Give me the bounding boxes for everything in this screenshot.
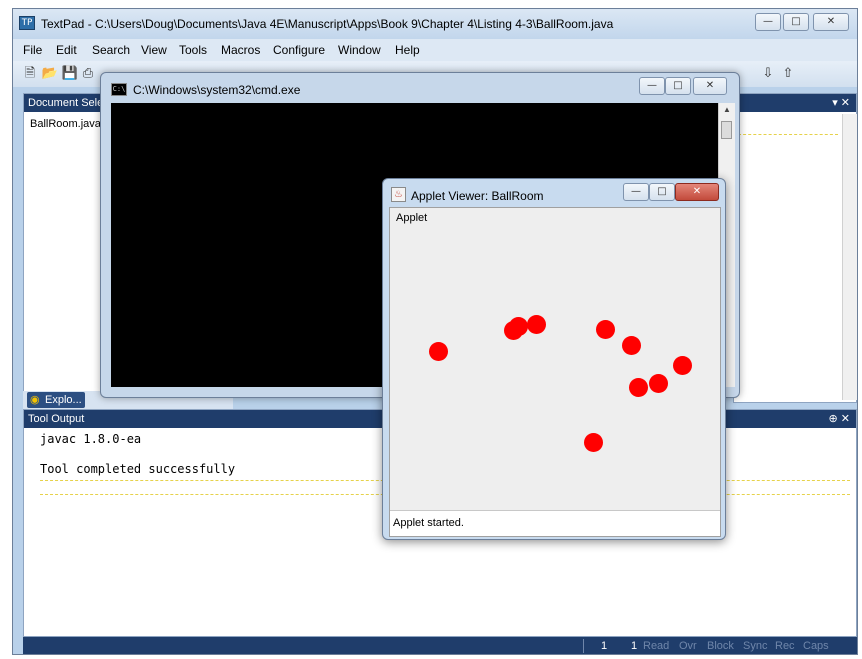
ball xyxy=(429,342,448,361)
applet-title: Applet Viewer: BallRoom xyxy=(411,189,544,203)
tool-output-line: Tool completed successfully xyxy=(40,462,236,476)
cmd-app-icon: C:\ xyxy=(111,83,127,96)
ball xyxy=(596,320,615,339)
applet-viewer-window: ♨ Applet Viewer: BallRoom — □ ✕ Applet A… xyxy=(382,178,726,540)
java-applet-icon: ♨ xyxy=(391,187,406,202)
menu-tools[interactable]: Tools xyxy=(179,43,207,57)
status-block: Block xyxy=(707,640,734,652)
editor-pane[interactable]: ▾ ✕ xyxy=(733,93,857,403)
menu-window[interactable]: Window xyxy=(338,43,381,57)
menu-macros[interactable]: Macros xyxy=(221,43,260,57)
status-caps: Caps xyxy=(803,640,829,652)
editor-header: ▾ ✕ xyxy=(734,94,856,112)
applet-minimize-button[interactable]: — xyxy=(623,183,649,201)
print-icon[interactable]: ⎙ xyxy=(79,65,97,82)
menu-edit[interactable]: Edit xyxy=(56,43,77,57)
ball xyxy=(629,378,648,397)
explorer-tab[interactable]: ◉ Explo... xyxy=(27,392,85,408)
maximize-button[interactable]: □ xyxy=(783,13,809,31)
menu-bar: File Edit Search View Tools Macros Confi… xyxy=(13,39,857,62)
tool-output-line: javac 1.8.0-ea xyxy=(40,432,142,446)
status-read: Read xyxy=(643,640,670,652)
menu-file[interactable]: File xyxy=(23,43,42,57)
status-bar: 1 1 Read Ovr Block Sync Rec Caps xyxy=(23,637,857,654)
menu-view[interactable]: View xyxy=(141,43,167,57)
save-icon[interactable]: 💾 xyxy=(61,65,79,82)
ball xyxy=(509,317,528,336)
arrow-down-icon[interactable]: ⇩ xyxy=(759,65,777,82)
textpad-title-bar[interactable]: TP TextPad - C:\Users\Doug\Documents\Jav… xyxy=(13,9,857,39)
menu-search[interactable]: Search xyxy=(92,43,130,57)
cmd-title: C:\Windows\system32\cmd.exe xyxy=(133,83,301,97)
cmd-maximize-button[interactable]: □ xyxy=(665,77,691,95)
menu-configure[interactable]: Configure xyxy=(273,43,325,57)
editor-line-marker xyxy=(738,134,838,135)
tool-output-title: Tool Output xyxy=(28,413,85,425)
ball xyxy=(527,315,546,334)
arrow-up-icon[interactable]: ⇧ xyxy=(779,65,797,82)
status-divider xyxy=(583,639,584,653)
status-line: 1 xyxy=(601,640,608,652)
close-icon[interactable]: ▾ ✕ xyxy=(832,96,850,109)
cmd-minimize-button[interactable]: — xyxy=(639,77,665,95)
status-rec: Rec xyxy=(775,640,795,652)
close-button[interactable]: ✕ xyxy=(813,13,849,31)
status-sync: Sync xyxy=(743,640,768,652)
menu-help[interactable]: Help xyxy=(395,43,420,57)
new-file-icon[interactable]: 🗎 xyxy=(21,65,39,82)
document-item[interactable]: BallRoom.java xyxy=(30,118,101,130)
textpad-app-icon: TP xyxy=(19,16,35,30)
status-ovr: Ovr xyxy=(679,640,697,652)
ball xyxy=(673,356,692,375)
open-folder-icon[interactable]: 📂 xyxy=(41,65,59,82)
textpad-title: TextPad - C:\Users\Doug\Documents\Java 4… xyxy=(41,17,614,31)
ball xyxy=(584,433,603,452)
cmd-title-bar[interactable]: C:\ C:\Windows\system32\cmd.exe — □ ✕ xyxy=(101,73,739,101)
explorer-icon: ◉ xyxy=(30,394,40,406)
applet-close-button[interactable]: ✕ xyxy=(675,183,719,201)
minimize-button[interactable]: — xyxy=(755,13,781,31)
ball xyxy=(622,336,641,355)
ball-canvas xyxy=(390,208,720,510)
cmd-scroll-thumb[interactable] xyxy=(721,121,732,139)
applet-status-text: Applet started. xyxy=(393,517,464,529)
scroll-up-icon[interactable]: ▲ xyxy=(723,105,731,114)
cmd-close-button[interactable]: ✕ xyxy=(693,77,727,95)
pin-icon[interactable]: ⊕ ✕ xyxy=(829,410,851,428)
ball xyxy=(649,374,668,393)
applet-maximize-button[interactable]: □ xyxy=(649,183,675,201)
editor-scrollbar[interactable] xyxy=(842,114,857,400)
status-column: 1 xyxy=(631,640,638,652)
applet-title-bar[interactable]: ♨ Applet Viewer: BallRoom — □ ✕ xyxy=(383,179,725,207)
applet-status-bar: Applet started. xyxy=(390,510,720,536)
explorer-tab-label: Explo... xyxy=(45,394,82,406)
applet-content: Applet Applet started. xyxy=(389,207,721,537)
